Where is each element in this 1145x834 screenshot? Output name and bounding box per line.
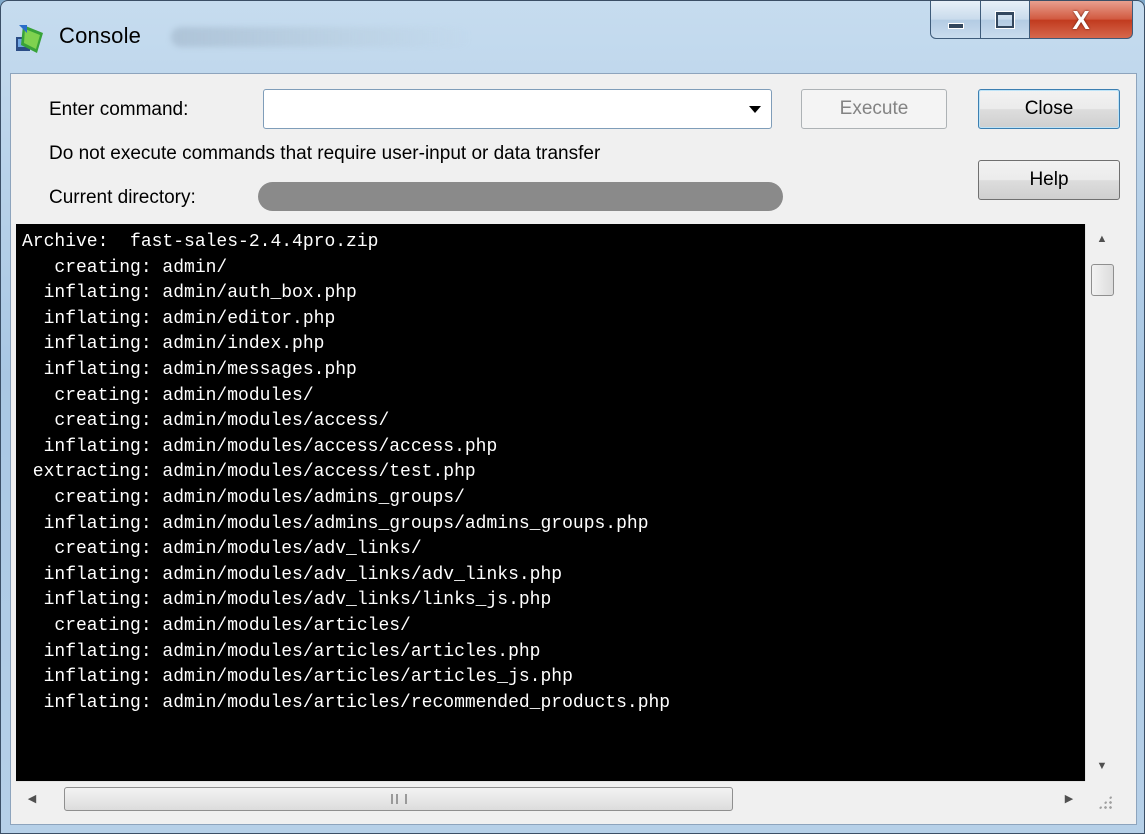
horizontal-scrollbar[interactable]: ◀ ▶ [16, 781, 1085, 815]
close-icon: X [1072, 4, 1090, 35]
console-line: creating: admin/modules/ [22, 385, 314, 406]
enter-command-label: Enter command: [49, 99, 189, 120]
console-line: inflating: admin/messages.php [22, 359, 357, 380]
current-directory-label: Current directory: [49, 187, 196, 208]
title-bar[interactable]: Console X [1, 1, 1144, 73]
close-button[interactable]: Close [978, 89, 1120, 129]
help-button[interactable]: Help [978, 160, 1120, 200]
resize-grip-icon [1098, 795, 1112, 809]
console-window: Console X Enter command: Execute Close D… [0, 0, 1145, 834]
arrow-up-icon[interactable]: ▲ [1086, 224, 1118, 254]
chevron-down-icon[interactable] [749, 106, 761, 113]
console-line: inflating: admin/modules/adv_links/links… [22, 590, 552, 611]
console-line: Archive: fast-sales-2.4.4pro.zip [22, 232, 379, 252]
resize-corner[interactable] [1085, 781, 1118, 815]
console-line: extracting: admin/modules/access/test.ph… [22, 462, 476, 483]
console-line: creating: admin/modules/admins_groups/ [22, 487, 465, 508]
execute-button[interactable]: Execute [801, 89, 947, 129]
command-combobox[interactable] [263, 89, 772, 129]
console-line: creating: admin/modules/adv_links/ [22, 539, 422, 560]
console-line: inflating: admin/auth_box.php [22, 283, 357, 304]
arrow-down-icon[interactable]: ▼ [1086, 751, 1118, 781]
console-line: creating: admin/modules/articles/ [22, 615, 411, 636]
horizontal-scroll-thumb[interactable] [64, 787, 733, 811]
minimize-button[interactable] [930, 1, 981, 39]
arrow-right-icon[interactable]: ▶ [1053, 782, 1085, 815]
minimize-icon [947, 22, 964, 29]
console-line: inflating: admin/modules/admins_groups/a… [22, 513, 649, 534]
warning-text: Do not execute commands that require use… [49, 143, 601, 164]
console-line: inflating: admin/modules/articles/recomm… [22, 692, 671, 713]
console-output[interactable]: Archive: fast-sales-2.4.4pro.zip creatin… [16, 224, 1085, 781]
maximize-button[interactable] [980, 1, 1030, 39]
grip-icon [390, 794, 407, 804]
console-text: Archive: fast-sales-2.4.4pro.zip creatin… [16, 224, 1085, 716]
vertical-scrollbar[interactable]: ▲ ▼ [1085, 224, 1118, 781]
console-line: inflating: admin/editor.php [22, 308, 336, 329]
close-window-button[interactable]: X [1029, 1, 1133, 39]
console-line: inflating: admin/modules/articles/articl… [22, 667, 573, 688]
console-line: creating: admin/ [22, 257, 228, 278]
console-app-icon [16, 25, 43, 53]
title-menu-blur [171, 27, 471, 47]
maximize-icon [996, 11, 1014, 28]
console-line: inflating: admin/modules/articles/articl… [22, 641, 541, 662]
console-line: inflating: admin/index.php [22, 334, 325, 355]
console-line: inflating: admin/modules/adv_links/adv_l… [22, 564, 563, 585]
console-line: inflating: admin/modules/access/access.p… [22, 436, 498, 457]
command-input[interactable] [264, 90, 724, 128]
current-directory-value [258, 182, 783, 211]
arrow-left-icon[interactable]: ◀ [16, 782, 48, 815]
console-line: creating: admin/modules/access/ [22, 411, 390, 432]
window-title: Console [59, 23, 142, 48]
vertical-scroll-thumb[interactable] [1091, 264, 1114, 296]
dialog-client-area: Enter command: Execute Close Do not exec… [10, 73, 1137, 825]
